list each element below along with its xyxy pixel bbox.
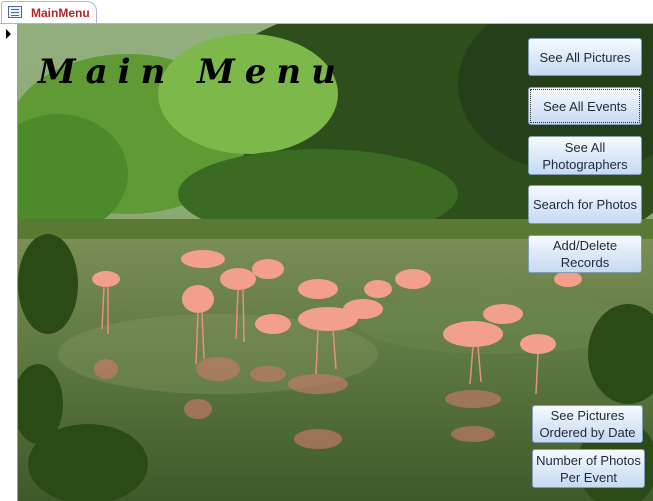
document-tab-bar: MainMenu: [0, 0, 653, 24]
see-all-photographers-button[interactable]: See All Photographers: [528, 136, 642, 175]
tab-label: MainMenu: [31, 6, 90, 20]
main-menu-form: Main Menu See All Pictures See All Event…: [18, 24, 653, 501]
search-for-photos-button[interactable]: Search for Photos: [528, 185, 642, 224]
number-of-photos-per-event-button[interactable]: Number of Photos Per Event: [532, 449, 645, 488]
form-icon: [8, 6, 22, 18]
add-delete-records-button[interactable]: Add/Delete Records: [528, 235, 642, 273]
see-all-pictures-button[interactable]: See All Pictures: [528, 38, 642, 76]
form-title: Main Menu: [38, 52, 346, 92]
see-all-events-button[interactable]: See All Events: [528, 87, 642, 125]
see-pictures-ordered-by-date-button[interactable]: See Pictures Ordered by Date: [532, 405, 643, 443]
record-selector[interactable]: [0, 24, 18, 501]
current-record-arrow-icon: [6, 29, 11, 39]
tab-mainmenu[interactable]: MainMenu: [1, 1, 97, 23]
